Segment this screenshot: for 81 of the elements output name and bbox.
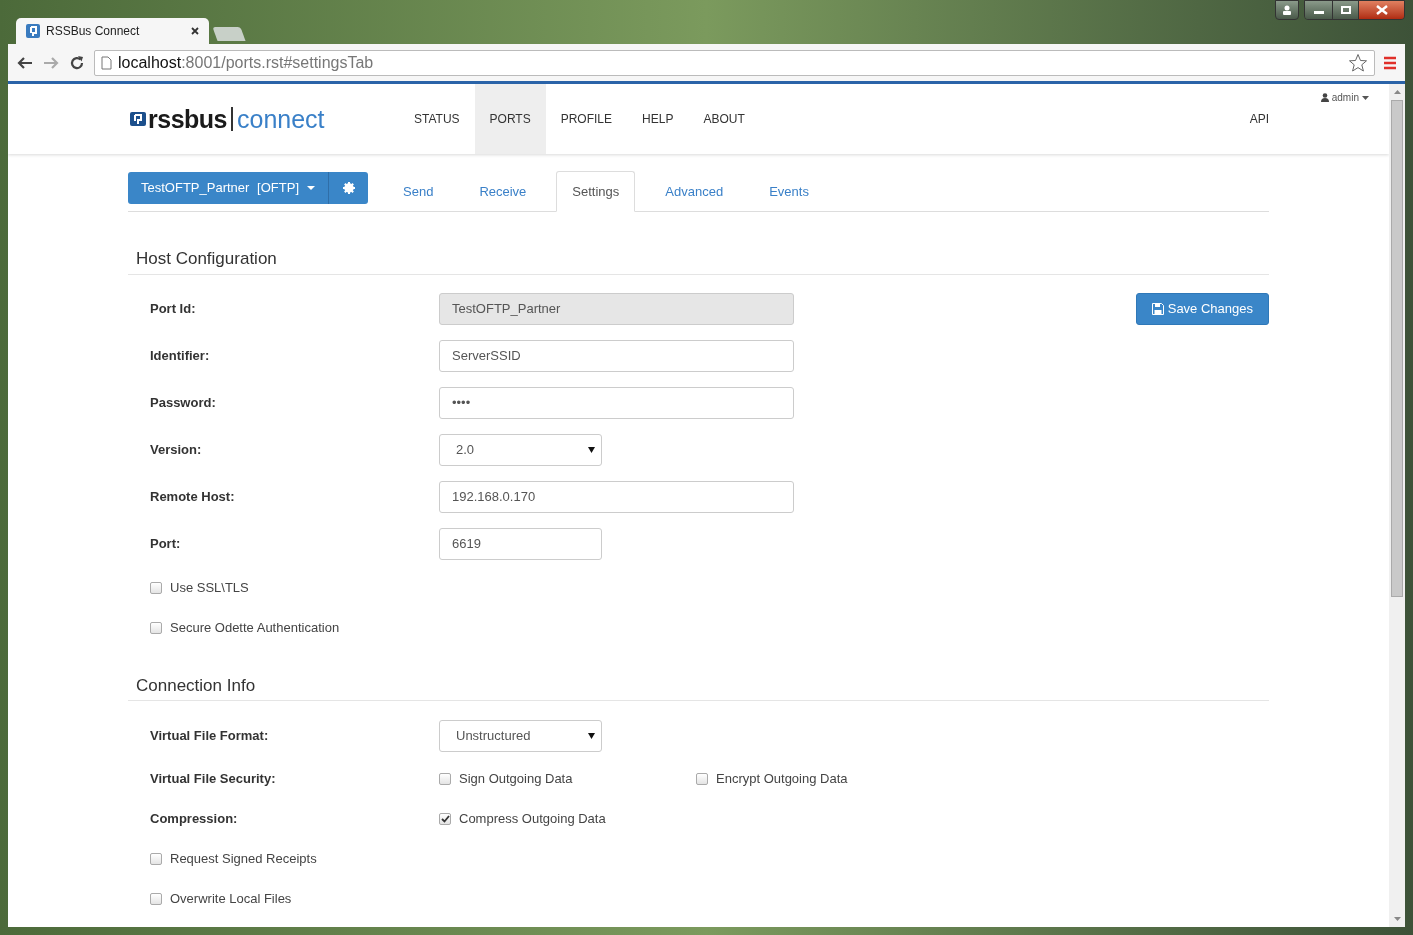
forward-icon[interactable] bbox=[42, 54, 60, 71]
settings-icon bbox=[342, 182, 355, 194]
dropdown-arrow-icon bbox=[588, 447, 595, 453]
scrollbar[interactable] bbox=[1389, 84, 1405, 927]
nav-link[interactable]: PORTS bbox=[474, 84, 546, 154]
port-dropdown-button[interactable]: TestOFTP_Partner [OFTP] bbox=[128, 172, 328, 204]
checkbox-label: Sign Outgoing Data bbox=[459, 770, 573, 789]
maximize-icon bbox=[1340, 6, 1351, 14]
checkbox[interactable] bbox=[150, 621, 162, 634]
field-label: Password: bbox=[150, 394, 217, 413]
checkbox[interactable] bbox=[150, 853, 162, 865]
close-icon bbox=[1375, 5, 1388, 15]
logo-text: connect bbox=[236, 107, 325, 131]
new-tab-button[interactable] bbox=[212, 27, 246, 41]
url-text: localhost:8001/ports.rst#settingsTab bbox=[118, 52, 375, 73]
select-field[interactable]: 2.0 bbox=[439, 434, 602, 466]
caret-icon bbox=[1362, 95, 1369, 100]
input-field[interactable]: 6619 bbox=[439, 528, 602, 560]
page-icon bbox=[101, 55, 112, 70]
user-icon bbox=[1320, 93, 1329, 102]
section-title: Host Configuration bbox=[128, 246, 1269, 275]
field-label: Virtual File Security: bbox=[150, 770, 277, 789]
tab[interactable]: Settings bbox=[556, 171, 636, 212]
logo-text: rssbus bbox=[148, 107, 233, 131]
field-label: Version: bbox=[150, 441, 203, 460]
checkbox-label: Secure Odette Authentication bbox=[170, 618, 340, 637]
user-menu[interactable]: admin bbox=[1320, 90, 1369, 105]
minimize-icon bbox=[1313, 11, 1324, 14]
caret-icon bbox=[307, 186, 315, 190]
api-link[interactable]: API bbox=[1249, 110, 1269, 128]
star-icon[interactable] bbox=[1348, 52, 1368, 73]
checkbox[interactable] bbox=[150, 581, 162, 594]
field-label: Remote Host: bbox=[150, 488, 236, 507]
tab-title: RSSBus Connect bbox=[46, 23, 141, 40]
nav-link[interactable]: HELP bbox=[627, 84, 689, 154]
checkbox[interactable] bbox=[439, 813, 451, 825]
field-label: Port: bbox=[150, 535, 182, 554]
person-icon bbox=[1282, 5, 1292, 15]
input-field[interactable]: ServerSSID bbox=[439, 340, 794, 372]
section-title: Connection Info bbox=[128, 672, 1269, 701]
nav-link[interactable]: STATUS bbox=[399, 84, 475, 154]
tab[interactable]: Send bbox=[387, 171, 450, 212]
checkbox[interactable] bbox=[696, 773, 708, 785]
logo-mark-icon bbox=[130, 112, 146, 126]
scroll-down-icon[interactable] bbox=[1393, 917, 1401, 921]
close-tab-icon[interactable] bbox=[191, 27, 199, 35]
menu-icon[interactable] bbox=[1383, 55, 1397, 70]
checkbox[interactable] bbox=[150, 893, 162, 905]
field-label: Compression: bbox=[150, 810, 239, 829]
minimize-button[interactable] bbox=[1305, 1, 1332, 19]
app-logo-icon bbox=[26, 24, 40, 38]
checkbox-label: Encrypt Outgoing Data bbox=[716, 770, 848, 789]
app-logo[interactable]: rssbus connect bbox=[130, 84, 399, 154]
close-button[interactable] bbox=[1358, 1, 1404, 19]
address-bar[interactable]: localhost:8001/ports.rst#settingsTab bbox=[94, 49, 1375, 76]
checkbox-label: Compress Outgoing Data bbox=[459, 810, 606, 829]
scrollbar-thumb[interactable] bbox=[1391, 100, 1403, 597]
dropdown-arrow-icon bbox=[588, 732, 595, 739]
browser-tab[interactable]: RSSBus Connect bbox=[16, 18, 209, 44]
checkbox-label: Overwrite Local Files bbox=[170, 890, 292, 909]
scroll-up-icon[interactable] bbox=[1393, 90, 1401, 94]
select-field[interactable]: Unstructured bbox=[439, 719, 602, 752]
field-label: Identifier: bbox=[150, 347, 211, 366]
settings-button[interactable] bbox=[328, 172, 368, 204]
field-label: Port Id: bbox=[150, 300, 197, 319]
input-field[interactable]: •••• bbox=[439, 387, 794, 419]
tab[interactable]: Events bbox=[753, 171, 825, 212]
tab[interactable]: Receive bbox=[463, 171, 543, 212]
reload-icon[interactable] bbox=[68, 53, 86, 72]
checkbox[interactable] bbox=[439, 773, 451, 785]
nav-link[interactable]: ABOUT bbox=[688, 84, 760, 154]
nav-link[interactable]: PROFILE bbox=[545, 84, 628, 154]
maximize-button[interactable] bbox=[1332, 1, 1358, 19]
profile-button[interactable] bbox=[1275, 0, 1299, 20]
save-button[interactable]: Save Changes bbox=[1135, 293, 1269, 325]
field-label: Virtual File Format: bbox=[150, 726, 270, 745]
checkbox-label: Request Signed Receipts bbox=[170, 850, 317, 869]
tab[interactable]: Advanced bbox=[649, 171, 740, 212]
input-field[interactable]: 192.168.0.170 bbox=[439, 481, 794, 513]
checkbox-label: Use SSL\TLS bbox=[170, 578, 249, 597]
back-icon[interactable] bbox=[16, 54, 34, 71]
